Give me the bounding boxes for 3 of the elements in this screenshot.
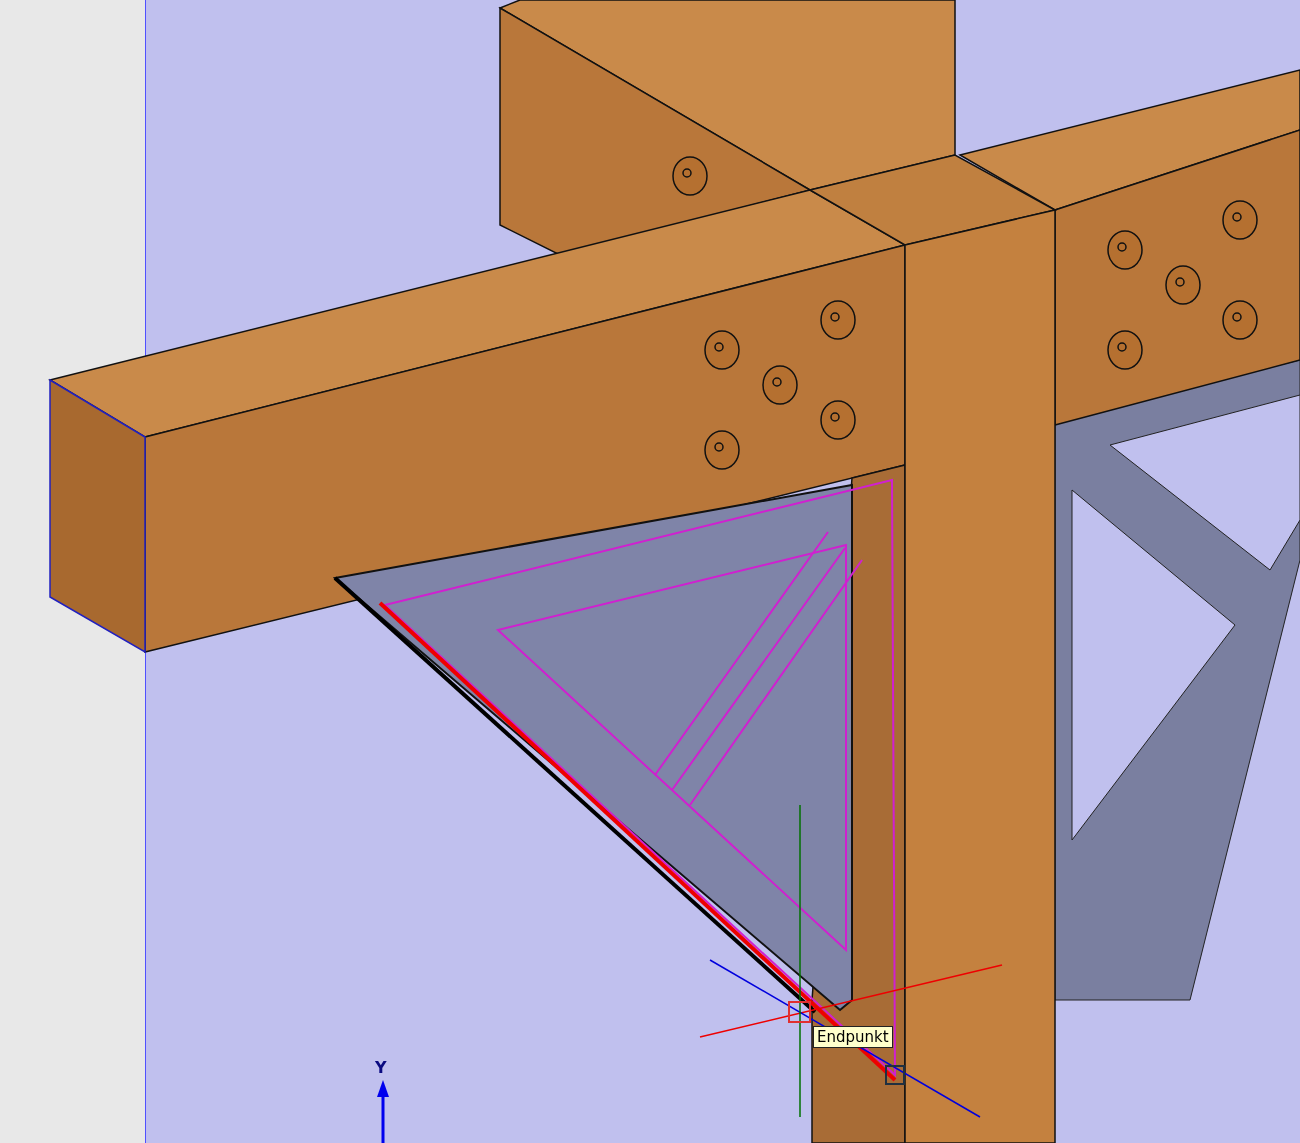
y-axis-arrow-icon [377,1080,389,1143]
axis-label: Y [375,1058,387,1077]
snap-tooltip: Endpunkt [813,1026,893,1048]
